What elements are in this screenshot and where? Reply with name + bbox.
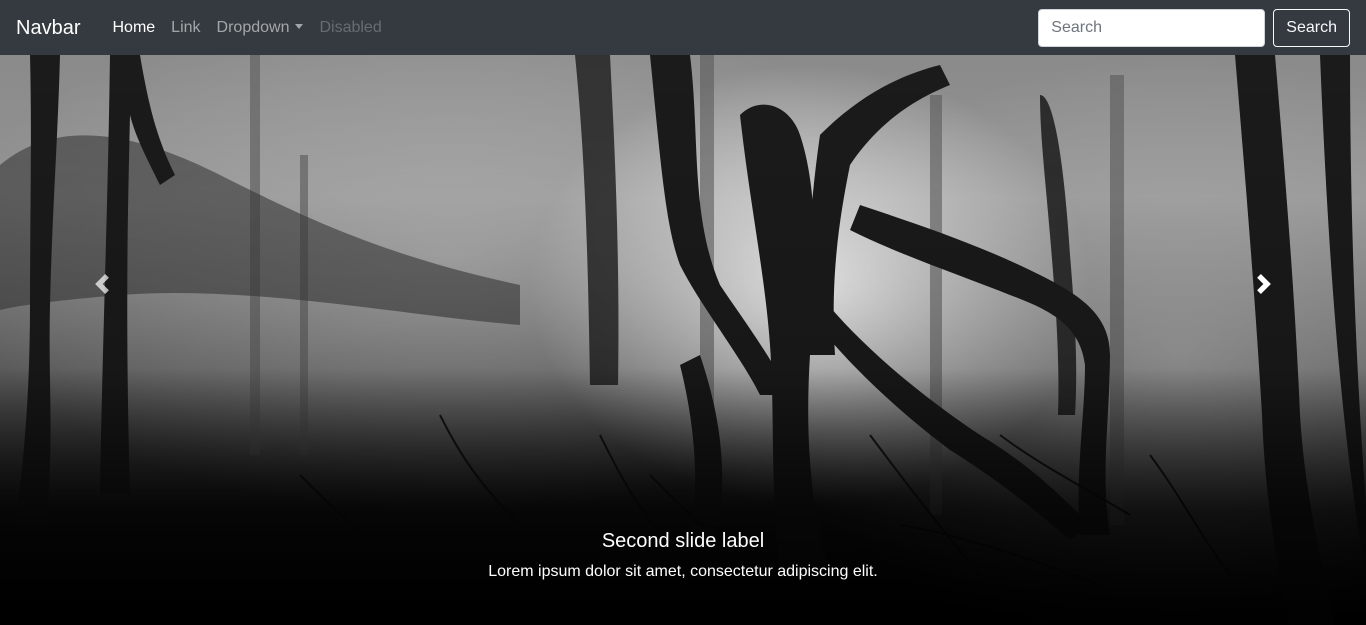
chevron-right-icon: [1256, 274, 1271, 294]
search-button[interactable]: Search: [1273, 8, 1350, 47]
chevron-left-icon: [95, 274, 110, 294]
caption-text: Lorem ipsum dolor sit amet, consectetur …: [488, 563, 878, 580]
search-form: Search: [1038, 8, 1350, 47]
carousel-next-control[interactable]: [1161, 55, 1366, 625]
nav-item-home[interactable]: Home: [104, 11, 163, 45]
navbar: Navbar Home Link Dropdown Disabled Searc…: [0, 0, 1366, 55]
nav-item-link[interactable]: Link: [163, 11, 208, 45]
nav-links: Home Link Dropdown Disabled: [104, 11, 389, 45]
caret-down-icon: [295, 24, 304, 29]
carousel-caption: Second slide label Lorem ipsum dolor sit…: [205, 530, 1161, 581]
dropdown-label: Dropdown: [216, 18, 290, 36]
carousel-prev-control[interactable]: [0, 55, 205, 625]
caption-title: Second slide label: [601, 530, 765, 552]
nav-item-dropdown[interactable]: Dropdown: [209, 11, 312, 45]
carousel: Second slide label Lorem ipsum dolor sit…: [0, 55, 1366, 625]
navbar-brand[interactable]: Navbar: [16, 18, 80, 38]
search-input[interactable]: [1038, 8, 1266, 47]
nav-item-disabled: Disabled: [319, 18, 382, 36]
